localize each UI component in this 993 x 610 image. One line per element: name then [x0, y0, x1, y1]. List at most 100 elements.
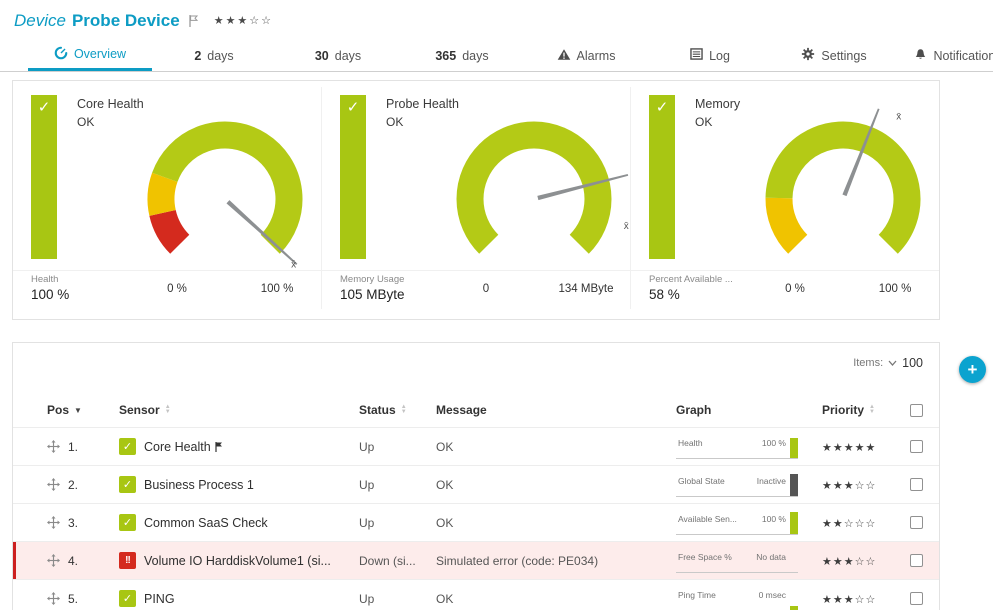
mini-graph-bar [790, 474, 798, 496]
column-header-message[interactable]: Message [436, 403, 676, 417]
drag-handle-icon[interactable] [47, 478, 60, 491]
tab-30-days[interactable]: 30 days [276, 40, 400, 71]
flag-icon[interactable] [189, 15, 198, 27]
gauge-metric-label: Health [31, 274, 69, 285]
priority-stars[interactable]: ★★★☆☆ [822, 556, 876, 568]
column-header-pos[interactable]: Pos ▼ [47, 403, 119, 417]
sensor-table-row[interactable]: 2. ✓ Business Process 1 Up OK Global Sta… [13, 465, 939, 503]
mini-graph-label: Global State [678, 476, 725, 486]
sensor-name-link[interactable]: Volume IO HarddiskVolume1 (si... [144, 554, 331, 568]
add-button[interactable]: + [959, 356, 986, 383]
priority-stars[interactable]: ★★★★★ [822, 442, 876, 454]
gauge-scale-max: 100 % [237, 283, 317, 295]
row-position: 4. [68, 554, 78, 568]
priority-rating[interactable]: ★★★☆☆ [214, 14, 273, 27]
sensor-mini-graph[interactable]: Free Space % No data [676, 548, 822, 573]
priority-stars[interactable]: ★★☆☆☆ [822, 518, 876, 530]
drag-handle-icon[interactable] [47, 440, 60, 453]
tab-overview[interactable]: Overview [28, 40, 152, 71]
tab-bar: Overview 2 days 30 days 365 days Alarms … [0, 40, 993, 72]
gauge-scale-min: 0 [456, 283, 516, 295]
svg-text:x̄: x̄ [624, 221, 629, 232]
gauge-icon [54, 46, 68, 63]
gauge-card[interactable]: ✓ Core Health OK x̄ Health 100 % 0 % 100… [13, 87, 321, 309]
sensor-table-row[interactable]: 1. ✓ Core Health Up OK Health 100 % ★★★★… [13, 427, 939, 465]
divider [13, 270, 321, 271]
column-header-sensor[interactable]: Sensor ▲▼ [119, 403, 359, 417]
sensor-name-link[interactable]: Core Health [144, 440, 211, 454]
drag-handle-icon[interactable] [47, 592, 60, 605]
sensor-mini-graph[interactable]: Available Sen... 100 % [676, 510, 822, 535]
gauge-metric-value: 100 % [31, 287, 69, 302]
table-header-row: Pos ▼ Sensor ▲▼ Status ▲▼ Message Graph … [13, 393, 939, 427]
gauge-card[interactable]: ✓ Probe Health OK x̄ Memory Usage 105 MB… [321, 87, 630, 309]
sensor-status-text: Down (si... [359, 554, 436, 568]
column-header-graph[interactable]: Graph [676, 403, 822, 417]
priority-stars[interactable]: ★★★☆☆ [822, 480, 876, 492]
favorite-flag-icon [215, 442, 223, 452]
gauge-card[interactable]: ✓ Memory OK x̄ Percent Available ... 58 … [630, 87, 939, 309]
sensor-table-body: 1. ✓ Core Health Up OK Health 100 % ★★★★… [13, 427, 939, 610]
sensor-message: OK [436, 478, 676, 492]
mini-graph-bar [790, 606, 798, 610]
column-header-priority[interactable]: Priority ▲▼ [822, 403, 904, 417]
tab-notifications[interactable]: Notifications [896, 40, 993, 71]
tab-label: days [335, 49, 361, 63]
tab-label: Log [709, 49, 730, 63]
sensor-mini-graph[interactable]: Ping Time 0 msec [676, 586, 822, 610]
row-checkbox[interactable] [910, 478, 923, 491]
sensor-mini-graph[interactable]: Global State Inactive [676, 472, 822, 497]
tab-2-days[interactable]: 2 days [152, 40, 276, 71]
sensor-status-text: Up [359, 592, 436, 606]
gauge-status-bar: ✓ [31, 95, 57, 259]
row-checkbox[interactable] [910, 554, 923, 567]
gauge-scale-max: 134 MByte [546, 283, 626, 295]
gauge-status-bar: ✓ [649, 95, 675, 259]
tab-alarms[interactable]: Alarms [524, 40, 648, 71]
priority-stars[interactable]: ★★★☆☆ [822, 594, 876, 606]
drag-handle-icon[interactable] [47, 516, 60, 529]
row-checkbox[interactable] [910, 440, 923, 453]
row-position: 5. [68, 592, 78, 606]
sensor-status-text: Up [359, 440, 436, 454]
row-checkbox[interactable] [910, 516, 923, 529]
log-icon [690, 48, 703, 63]
column-header-status[interactable]: Status ▲▼ [359, 403, 436, 417]
sensor-status-text: Up [359, 516, 436, 530]
chevron-down-icon [888, 357, 897, 369]
gear-icon [801, 47, 815, 64]
sensor-table-row[interactable]: 4. !! Volume IO HarddiskVolume1 (si... D… [13, 541, 939, 579]
gauges-panel: ✓ Core Health OK x̄ Health 100 % 0 % 100… [12, 80, 940, 320]
sensor-status-icon: ✓ [119, 438, 136, 455]
tab-settings[interactable]: Settings [772, 40, 896, 71]
tab-label: Settings [821, 49, 866, 63]
tab-number: 30 [315, 49, 329, 63]
mini-graph-bar [790, 438, 798, 458]
items-per-page[interactable]: Items: 100 [853, 356, 923, 370]
sensor-mini-graph[interactable]: Health 100 % [676, 434, 822, 459]
sensor-message: Simulated error (code: PE034) [436, 554, 676, 568]
gauge-metric-value: 58 % [649, 287, 733, 302]
check-icon: ✓ [656, 99, 669, 116]
sensor-name-link[interactable]: PING [144, 592, 175, 606]
sensor-status-icon: ✓ [119, 590, 136, 607]
items-value: 100 [902, 356, 923, 370]
row-position: 3. [68, 516, 78, 530]
prtg-device-page: Device Probe Device ★★★☆☆ Overview 2 day… [0, 0, 993, 610]
page-title: Probe Device [72, 11, 180, 31]
tab-log[interactable]: Log [648, 40, 772, 71]
sort-desc-icon: ▼ [74, 406, 82, 415]
tab-label: days [462, 49, 488, 63]
sensor-status-text: Up [359, 478, 436, 492]
gauge-scale-min: 0 % [147, 283, 207, 295]
gauge-metric-label: Memory Usage [340, 274, 405, 285]
sensor-name-link[interactable]: Business Process 1 [144, 478, 254, 492]
tab-365-days[interactable]: 365 days [400, 40, 524, 71]
svg-text:x̄: x̄ [896, 112, 901, 123]
select-all-checkbox[interactable] [910, 404, 923, 417]
sensor-table-row[interactable]: 3. ✓ Common SaaS Check Up OK Available S… [13, 503, 939, 541]
sensor-table-row[interactable]: 5. ✓ PING Up OK Ping Time 0 msec ★★★☆☆ [13, 579, 939, 610]
row-checkbox[interactable] [910, 592, 923, 605]
drag-handle-icon[interactable] [47, 554, 60, 567]
sensor-name-link[interactable]: Common SaaS Check [144, 516, 268, 530]
